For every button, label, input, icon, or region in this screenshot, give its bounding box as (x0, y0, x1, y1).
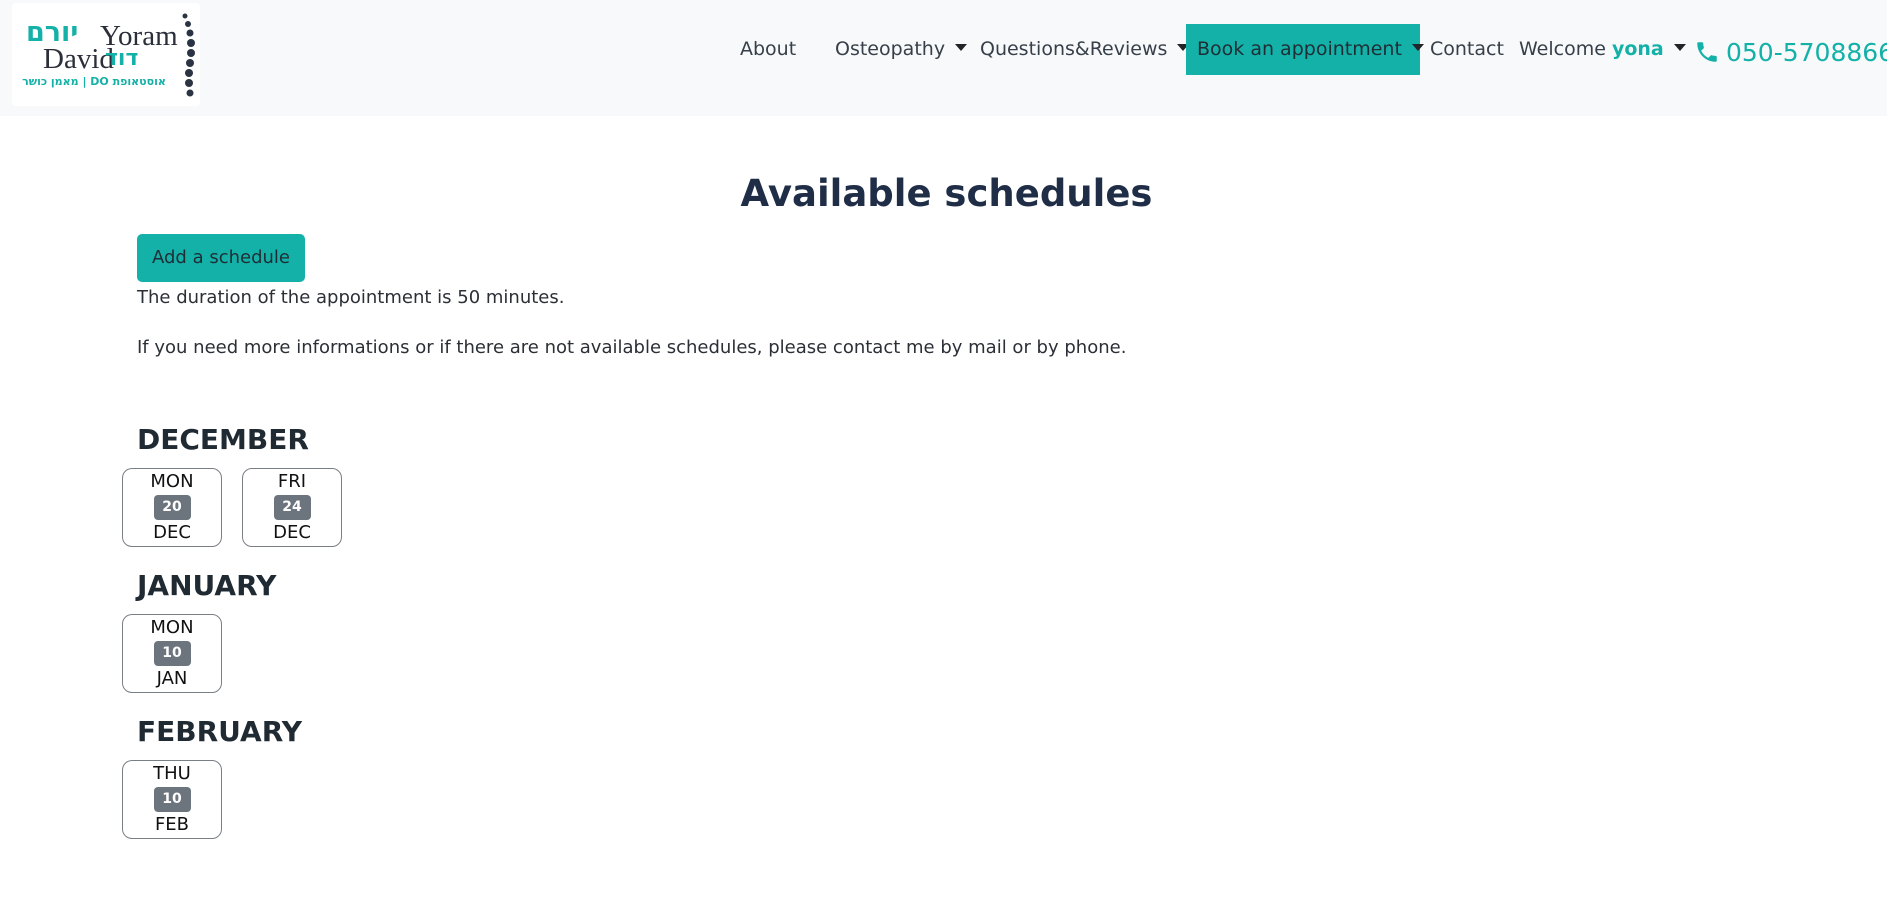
phone-number: 050-5708866 (1726, 38, 1887, 67)
schedule-day-card[interactable]: THU 10 FEB (122, 760, 222, 839)
top-navbar: יורם Yoram David דוד אוסטאופת DO | מאמן … (0, 0, 1887, 116)
appointment-duration-text: The duration of the appointment is 50 mi… (137, 287, 565, 308)
logo-last-name: David (43, 43, 114, 75)
welcome-prefix: Welcome (1519, 38, 1606, 60)
logo-hebrew-last-name: דוד (105, 46, 139, 71)
caret-down-icon (1411, 44, 1424, 51)
day-number-badge: 24 (273, 495, 311, 520)
month-abbrev: DEC (273, 522, 311, 543)
schedule-day-card[interactable]: MON 20 DEC (122, 468, 222, 547)
caret-down-icon (955, 44, 968, 51)
caret-down-icon (1673, 44, 1686, 51)
month-abbrev: DEC (153, 522, 191, 543)
brand-logo[interactable]: יורם Yoram David דוד אוסטאופת DO | מאמן … (12, 3, 200, 106)
day-of-week: FRI (277, 471, 307, 492)
nav-user-dropdown[interactable]: Welcome yona (1519, 24, 1686, 75)
month-abbrev: FEB (154, 814, 190, 835)
add-schedule-button[interactable]: Add a schedule (137, 234, 305, 282)
schedule-day-card[interactable]: MON 10 JAN (122, 614, 222, 693)
day-number-badge: 10 (153, 787, 191, 812)
contact-info-text: If you need more informations or if ther… (137, 337, 1127, 358)
nav-osteopathy-label: Osteopathy (835, 38, 946, 60)
day-number-badge: 10 (153, 641, 191, 666)
logo-subtitle: אוסטאופת DO | מאמן כושר (22, 75, 166, 88)
nav-book-appointment-label: Book an appointment (1197, 38, 1402, 60)
spine-icon (182, 13, 195, 97)
schedule-day-card[interactable]: FRI 24 DEC (242, 468, 342, 547)
day-of-week: THU (153, 763, 191, 784)
month-heading-january: JANUARY (137, 569, 277, 602)
phone-link[interactable]: 050-5708866 (1694, 27, 1887, 78)
month-abbrev: JAN (156, 668, 188, 689)
nav-about-link[interactable]: About (740, 24, 796, 75)
nav-osteopathy-dropdown[interactable]: Osteopathy (835, 24, 968, 75)
phone-icon (1697, 42, 1717, 62)
day-of-week: MON (150, 617, 194, 638)
day-of-week: MON (150, 471, 194, 492)
day-number-badge: 20 (153, 495, 191, 520)
nav-contact-link[interactable]: Contact (1430, 24, 1504, 75)
month-heading-december: DECEMBER (137, 423, 309, 456)
welcome-username: yona (1611, 38, 1664, 60)
page-title: Available schedules (740, 172, 1153, 215)
nav-book-appointment-dropdown[interactable]: Book an appointment (1186, 24, 1424, 75)
nav-questions-reviews-label: Questions&Reviews (980, 38, 1168, 60)
nav-questions-reviews-dropdown[interactable]: Questions&Reviews (980, 24, 1190, 75)
month-heading-february: FEBRUARY (137, 715, 303, 748)
